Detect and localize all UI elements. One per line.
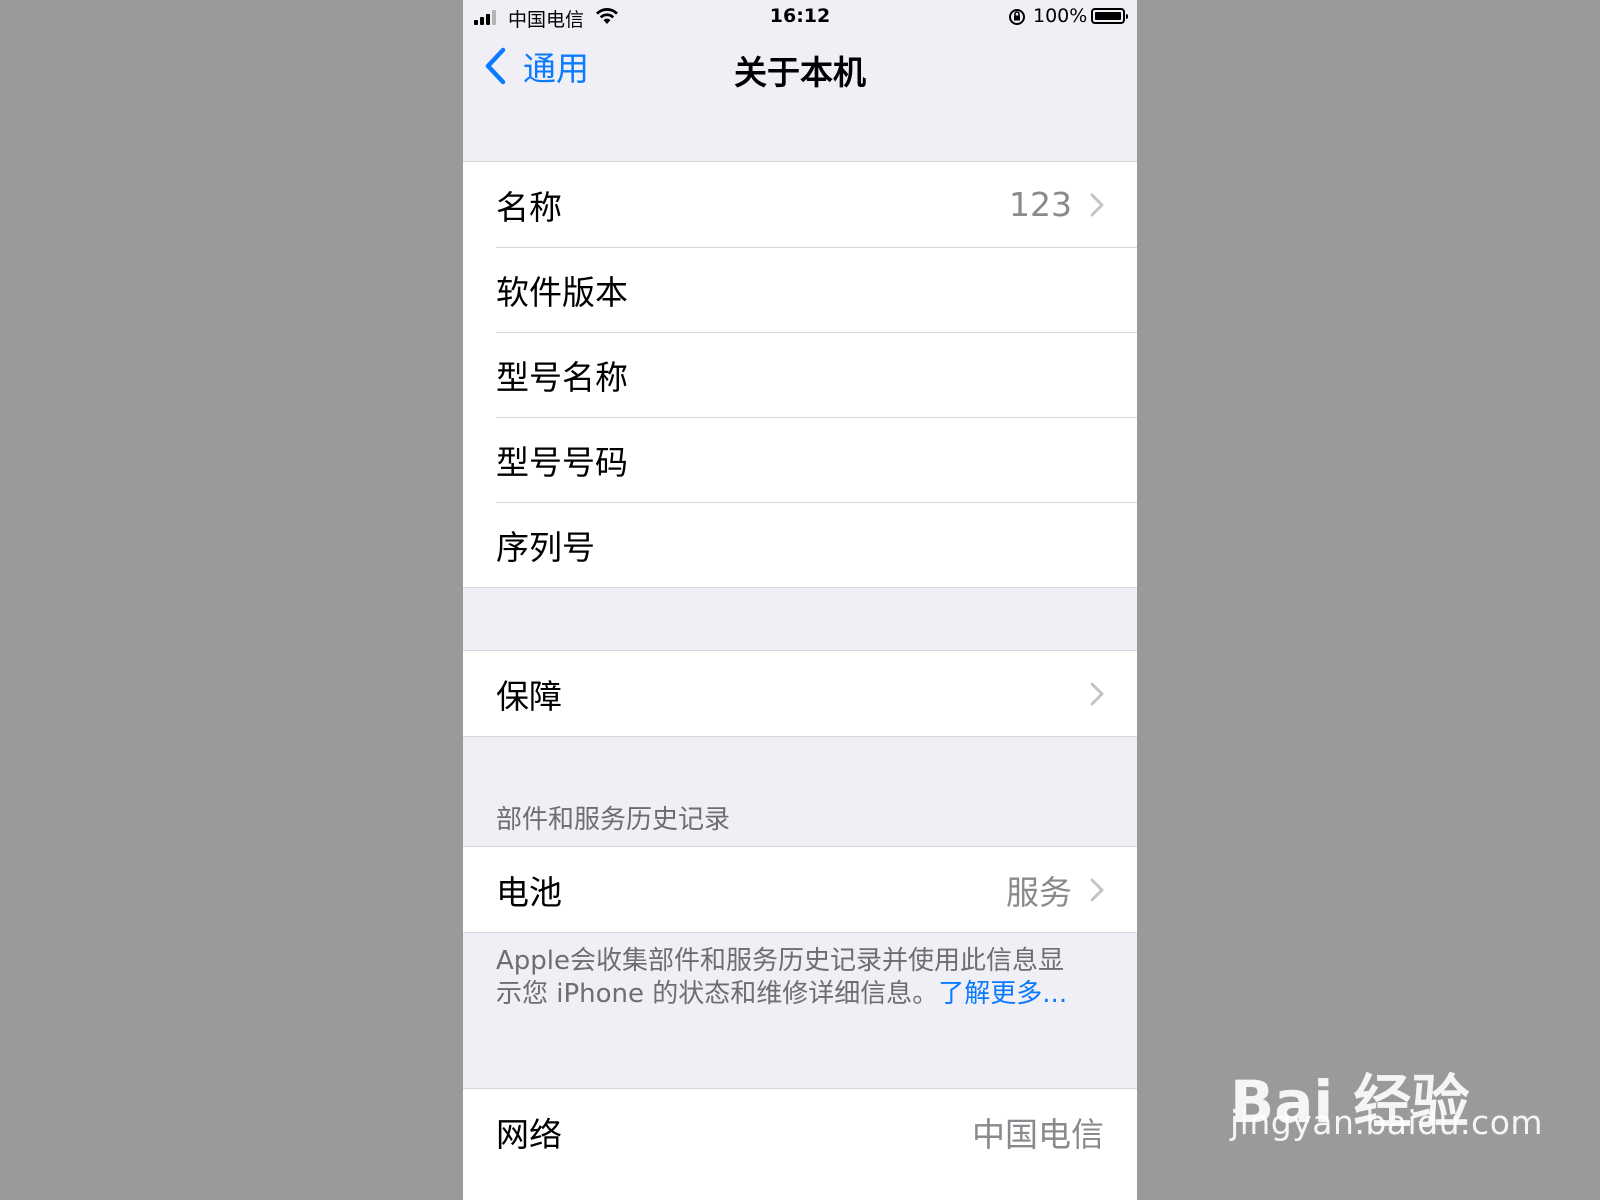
footer-note: Apple会收集部件和服务历史记录并使用此信息显示您 iPhone 的状态和维修… [496, 945, 1086, 1011]
device-info-group: 名称 123 软件版本 型号名称 型号号码 序列号 [463, 161, 1137, 588]
network-group: 网络 中国电信 [463, 1088, 1137, 1200]
row-label: 软件版本 [496, 272, 628, 312]
orientation-lock-icon [1009, 9, 1025, 25]
row-battery[interactable]: 电池 服务 [463, 847, 1137, 932]
row-value: 123 [1009, 185, 1072, 224]
chevron-right-icon [1090, 682, 1104, 705]
row-serial-number[interactable]: 序列号 [463, 502, 1137, 587]
row-label: 保障 [496, 676, 562, 716]
row-label: 型号名称 [496, 357, 628, 397]
row-software-version[interactable]: 软件版本 [463, 247, 1137, 332]
navigation-bar: 通用 关于本机 [463, 34, 1137, 98]
learn-more-link[interactable]: 了解更多... [938, 979, 1067, 1009]
row-value: 中国电信 [972, 1114, 1104, 1154]
battery-percent: 100% [1033, 5, 1088, 27]
row-value: 服务 [1006, 872, 1072, 912]
row-label: 电池 [496, 872, 562, 912]
coverage-group: 保障 [463, 650, 1137, 737]
page-title: 关于本机 [734, 53, 866, 92]
row-network[interactable]: 网络 中国电信 [463, 1089, 1137, 1174]
battery-icon [1091, 8, 1128, 24]
row-label: 网络 [496, 1114, 562, 1154]
row-coverage[interactable]: 保障 [463, 651, 1137, 736]
status-bar: 中国电信 16:12 100% [463, 0, 1137, 34]
parts-history-group: 电池 服务 [463, 846, 1137, 933]
phone-screen: 中国电信 16:12 100% 通用 关于本机 名称 123 软件版本 型号名称… [463, 0, 1137, 1200]
chevron-right-icon [1090, 193, 1104, 216]
row-label: 型号号码 [496, 442, 628, 482]
row-label: 名称 [496, 187, 562, 227]
row-label: 序列号 [496, 527, 595, 567]
row-model-number[interactable]: 型号号码 [463, 417, 1137, 502]
watermark-url: jingyan.baidu.com [1230, 1103, 1544, 1142]
section-header: 部件和服务历史记录 [496, 805, 731, 835]
row-name[interactable]: 名称 123 [463, 162, 1137, 247]
row-model-name[interactable]: 型号名称 [463, 332, 1137, 417]
chevron-right-icon [1090, 878, 1104, 901]
